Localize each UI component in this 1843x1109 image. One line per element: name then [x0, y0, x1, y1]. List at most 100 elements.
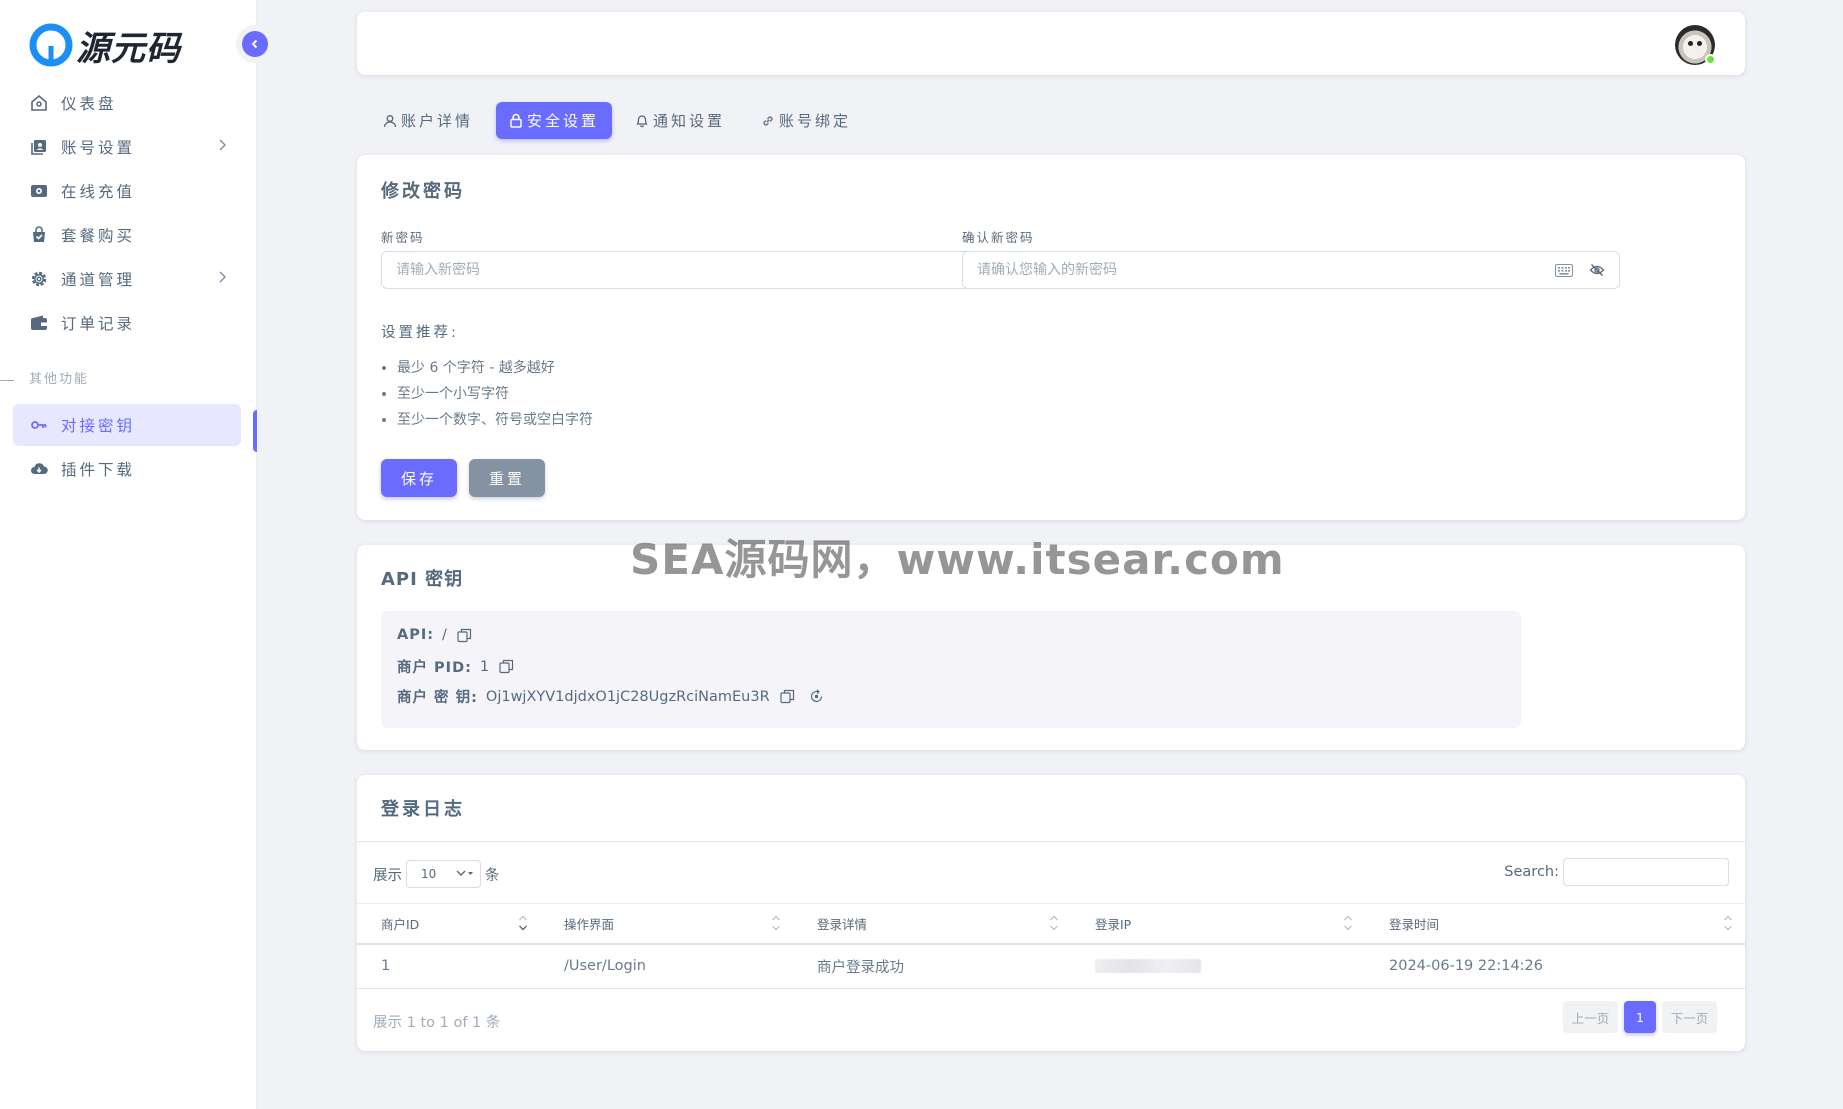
new-password-label: 新密码 [381, 230, 425, 245]
confirm-password-label: 确认新密码 [962, 230, 1035, 245]
table-header-row: 商户ID 操作界面 登录详情 登录IP 登录时间 [357, 903, 1745, 945]
keyboard-icon[interactable] [1555, 263, 1573, 281]
chevron-down-icon [456, 869, 474, 879]
reset-button[interactable]: 重置 [469, 459, 545, 497]
copy-icon[interactable] [499, 659, 514, 674]
sort-icon [771, 914, 781, 932]
brand-name: 源元码 [76, 28, 181, 69]
chevron-left-icon [251, 39, 258, 49]
api-value: / [442, 627, 447, 643]
api-info-box: API: / 商户 PID: 1 商户 密 钥: Oj1wjXYV1djdxO1… [381, 611, 1521, 728]
sort-desc-icon [518, 914, 528, 932]
tab-label: 通知设置 [653, 112, 726, 130]
cell-time: 2024-06-19 22:14:26 [1365, 943, 1745, 989]
lock-icon [509, 113, 523, 128]
gear-icon [29, 269, 49, 289]
api-row: API: / [397, 627, 472, 643]
card-title: 登录日志 [381, 799, 465, 820]
sidebar: 源元码 仪表盘 账号设置 在线充值 套餐购买 通道管理 订单记录 其他功能 对接… [0, 0, 257, 1109]
home-icon [29, 93, 49, 113]
column-header[interactable]: 登录时间 [1365, 903, 1745, 945]
sidebar-item-label: 套餐购买 [61, 227, 136, 245]
new-password-input[interactable] [382, 252, 942, 288]
page-length-control: 展示 10 条 [373, 860, 500, 888]
next-page-button[interactable]: 下一页 [1662, 1001, 1717, 1033]
top-navbar [357, 12, 1745, 75]
cell-detail: 商户登录成功 [793, 943, 1071, 989]
tab-label: 安全设置 [527, 112, 600, 130]
merchant-pid-row: 商户 PID: 1 [397, 656, 514, 677]
recommendations-title: 设置推荐: [381, 325, 459, 341]
sidebar-item-label: 仪表盘 [61, 95, 117, 113]
card-title: API 密钥 [381, 569, 464, 590]
tab-notification-settings[interactable]: 通知设置 [622, 102, 738, 139]
column-header[interactable]: 商户ID [357, 903, 540, 945]
merchant-pid-value: 1 [479, 658, 490, 675]
sort-icon [1049, 914, 1059, 932]
cell-page: /User/Login [540, 943, 793, 989]
column-header-label: 商户ID [381, 916, 420, 932]
tab-account-binding[interactable]: 账号绑定 [748, 102, 864, 139]
cell-ip [1071, 943, 1365, 989]
brand-logo[interactable]: 源元码 [28, 22, 181, 69]
wallet-icon [29, 313, 49, 333]
sort-icon [1723, 914, 1733, 932]
avatar[interactable] [1675, 25, 1716, 65]
avatar-eye [1688, 41, 1693, 46]
list-item: 最少 6 个字符 - 越多越好 [397, 355, 593, 381]
sidebar-item-plugins[interactable]: 插件下载 [13, 448, 241, 490]
sidebar-item-channels[interactable]: 通道管理 [13, 258, 241, 300]
merchant-key-row: 商户 密 钥: Oj1wjXYV1djdxO1jC28UgzRciNamEu3R [397, 686, 824, 707]
link-icon [761, 114, 775, 128]
card-title: 修改密码 [381, 181, 465, 202]
search-input[interactable] [1563, 858, 1729, 886]
prev-page-button[interactable]: 上一页 [1563, 1001, 1618, 1033]
column-header-label: 登录IP [1095, 916, 1132, 932]
chevron-right-icon [217, 270, 227, 288]
card-header: 登录日志 [357, 775, 1745, 842]
column-header[interactable]: 登录详情 [793, 903, 1071, 945]
copy-icon[interactable] [457, 628, 472, 643]
eye-off-icon[interactable] [1589, 263, 1605, 281]
bell-icon [635, 113, 649, 128]
settings-tabs: 账户详情 安全设置 通知设置 账号绑定 [370, 102, 874, 139]
merchant-key-label: 商户 密 钥: [397, 690, 478, 706]
regenerate-key-icon[interactable] [809, 689, 824, 704]
tab-security-settings[interactable]: 安全设置 [496, 102, 613, 139]
user-card-icon [29, 137, 49, 157]
page-number-button[interactable]: 1 [1624, 1001, 1656, 1033]
column-header[interactable]: 登录IP [1071, 903, 1365, 945]
sidebar-item-label: 在线充值 [61, 183, 136, 201]
change-password-card: 修改密码 新密码 确认新密码 设置推荐: 最少 6 个字符 - 越多越好 至少一… [357, 155, 1745, 520]
sidebar-item-orders[interactable]: 订单记录 [13, 302, 241, 344]
sidebar-item-label: 账号设置 [61, 139, 136, 157]
list-item: 至少一个数字、符号或空白字符 [397, 407, 593, 433]
column-header-label: 登录时间 [1389, 916, 1440, 932]
sidebar-item-account-settings[interactable]: 账号设置 [13, 126, 241, 168]
save-button[interactable]: 保存 [381, 459, 457, 497]
recommendations-list: 最少 6 个字符 - 越多越好 至少一个小写字符 至少一个数字、符号或空白字符 [397, 355, 593, 433]
sidebar-item-recharge[interactable]: 在线充值 [13, 170, 241, 212]
key-icon [29, 415, 49, 435]
sort-icon [1343, 914, 1353, 932]
column-header[interactable]: 操作界面 [540, 903, 793, 945]
table-search: Search: [1504, 858, 1729, 886]
sidebar-section-header: 其他功能 [0, 370, 241, 390]
sidebar-item-api-keys[interactable]: 对接密钥 [13, 404, 241, 446]
tab-account-details[interactable]: 账户详情 [370, 102, 486, 139]
chevron-right-icon [217, 138, 227, 156]
cloud-download-icon [29, 459, 49, 479]
table-info: 展示 1 to 1 of 1 条 [373, 1015, 501, 1031]
blurred-ip [1095, 959, 1201, 974]
login-log-card: 登录日志 展示 10 条 Search: 商户ID 操作界面 登录详情 登录IP [357, 775, 1745, 1051]
sidebar-collapse-button[interactable] [242, 31, 268, 57]
copy-icon[interactable] [780, 689, 795, 704]
bag-icon [29, 225, 49, 245]
sidebar-item-dashboard[interactable]: 仪表盘 [13, 82, 241, 124]
tab-label: 账户详情 [401, 112, 474, 130]
confirm-password-input[interactable] [963, 252, 1523, 288]
logo-mark-icon [28, 22, 74, 68]
user-icon [383, 114, 397, 128]
page-length-select[interactable]: 10 [406, 860, 481, 888]
sidebar-item-packages[interactable]: 套餐购买 [13, 214, 241, 256]
